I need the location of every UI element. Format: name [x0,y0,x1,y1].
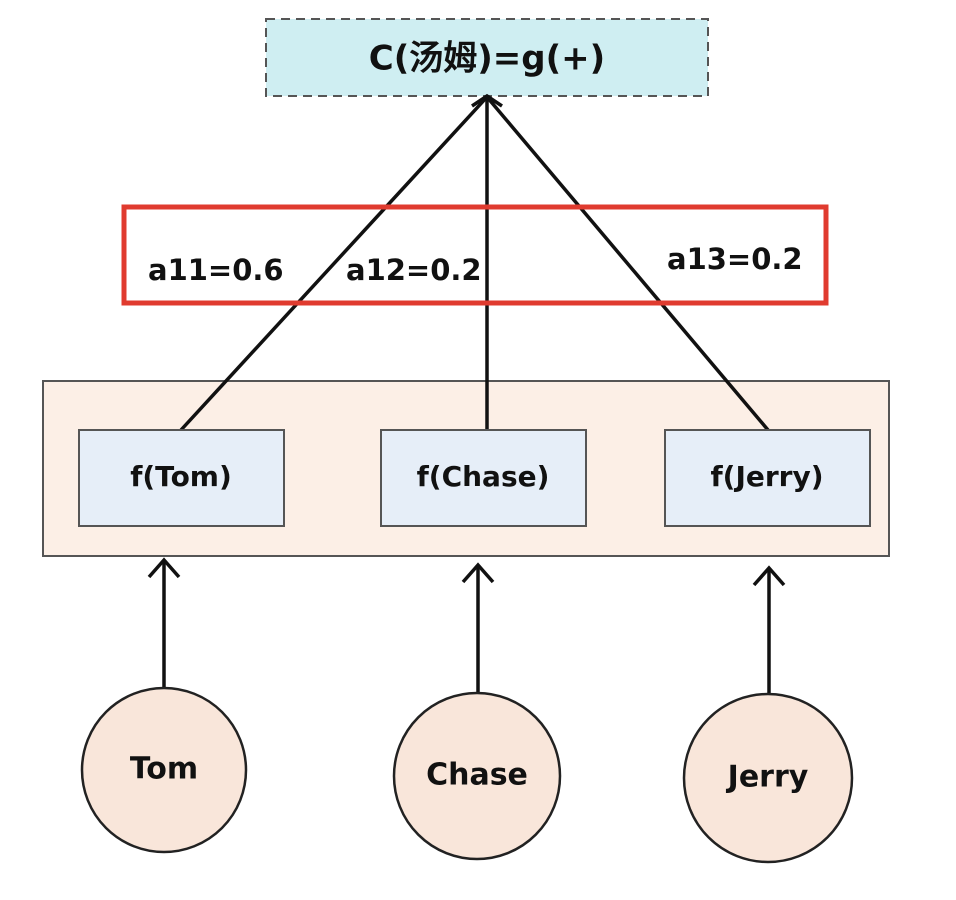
encoder-label-tom: f(Tom) [130,460,232,493]
output-node-label: C(汤姆)=g(+) [369,39,605,79]
input-label-tom: Tom [130,752,198,787]
weight-label-a11: a11=0.6 [148,253,284,287]
input-label-chase: Chase [426,758,528,793]
input-label-jerry: Jerry [726,760,809,795]
encoder-label-chase: f(Chase) [417,460,550,493]
weight-label-a13: a13=0.2 [667,242,803,276]
attention-diagram: C(汤姆)=g(+) a11=0.6 a12=0.2 a13=0.2 f(Tom… [42,18,890,864]
encoder-label-jerry: f(Jerry) [710,460,823,493]
weight-label-a12: a12=0.2 [346,253,482,287]
